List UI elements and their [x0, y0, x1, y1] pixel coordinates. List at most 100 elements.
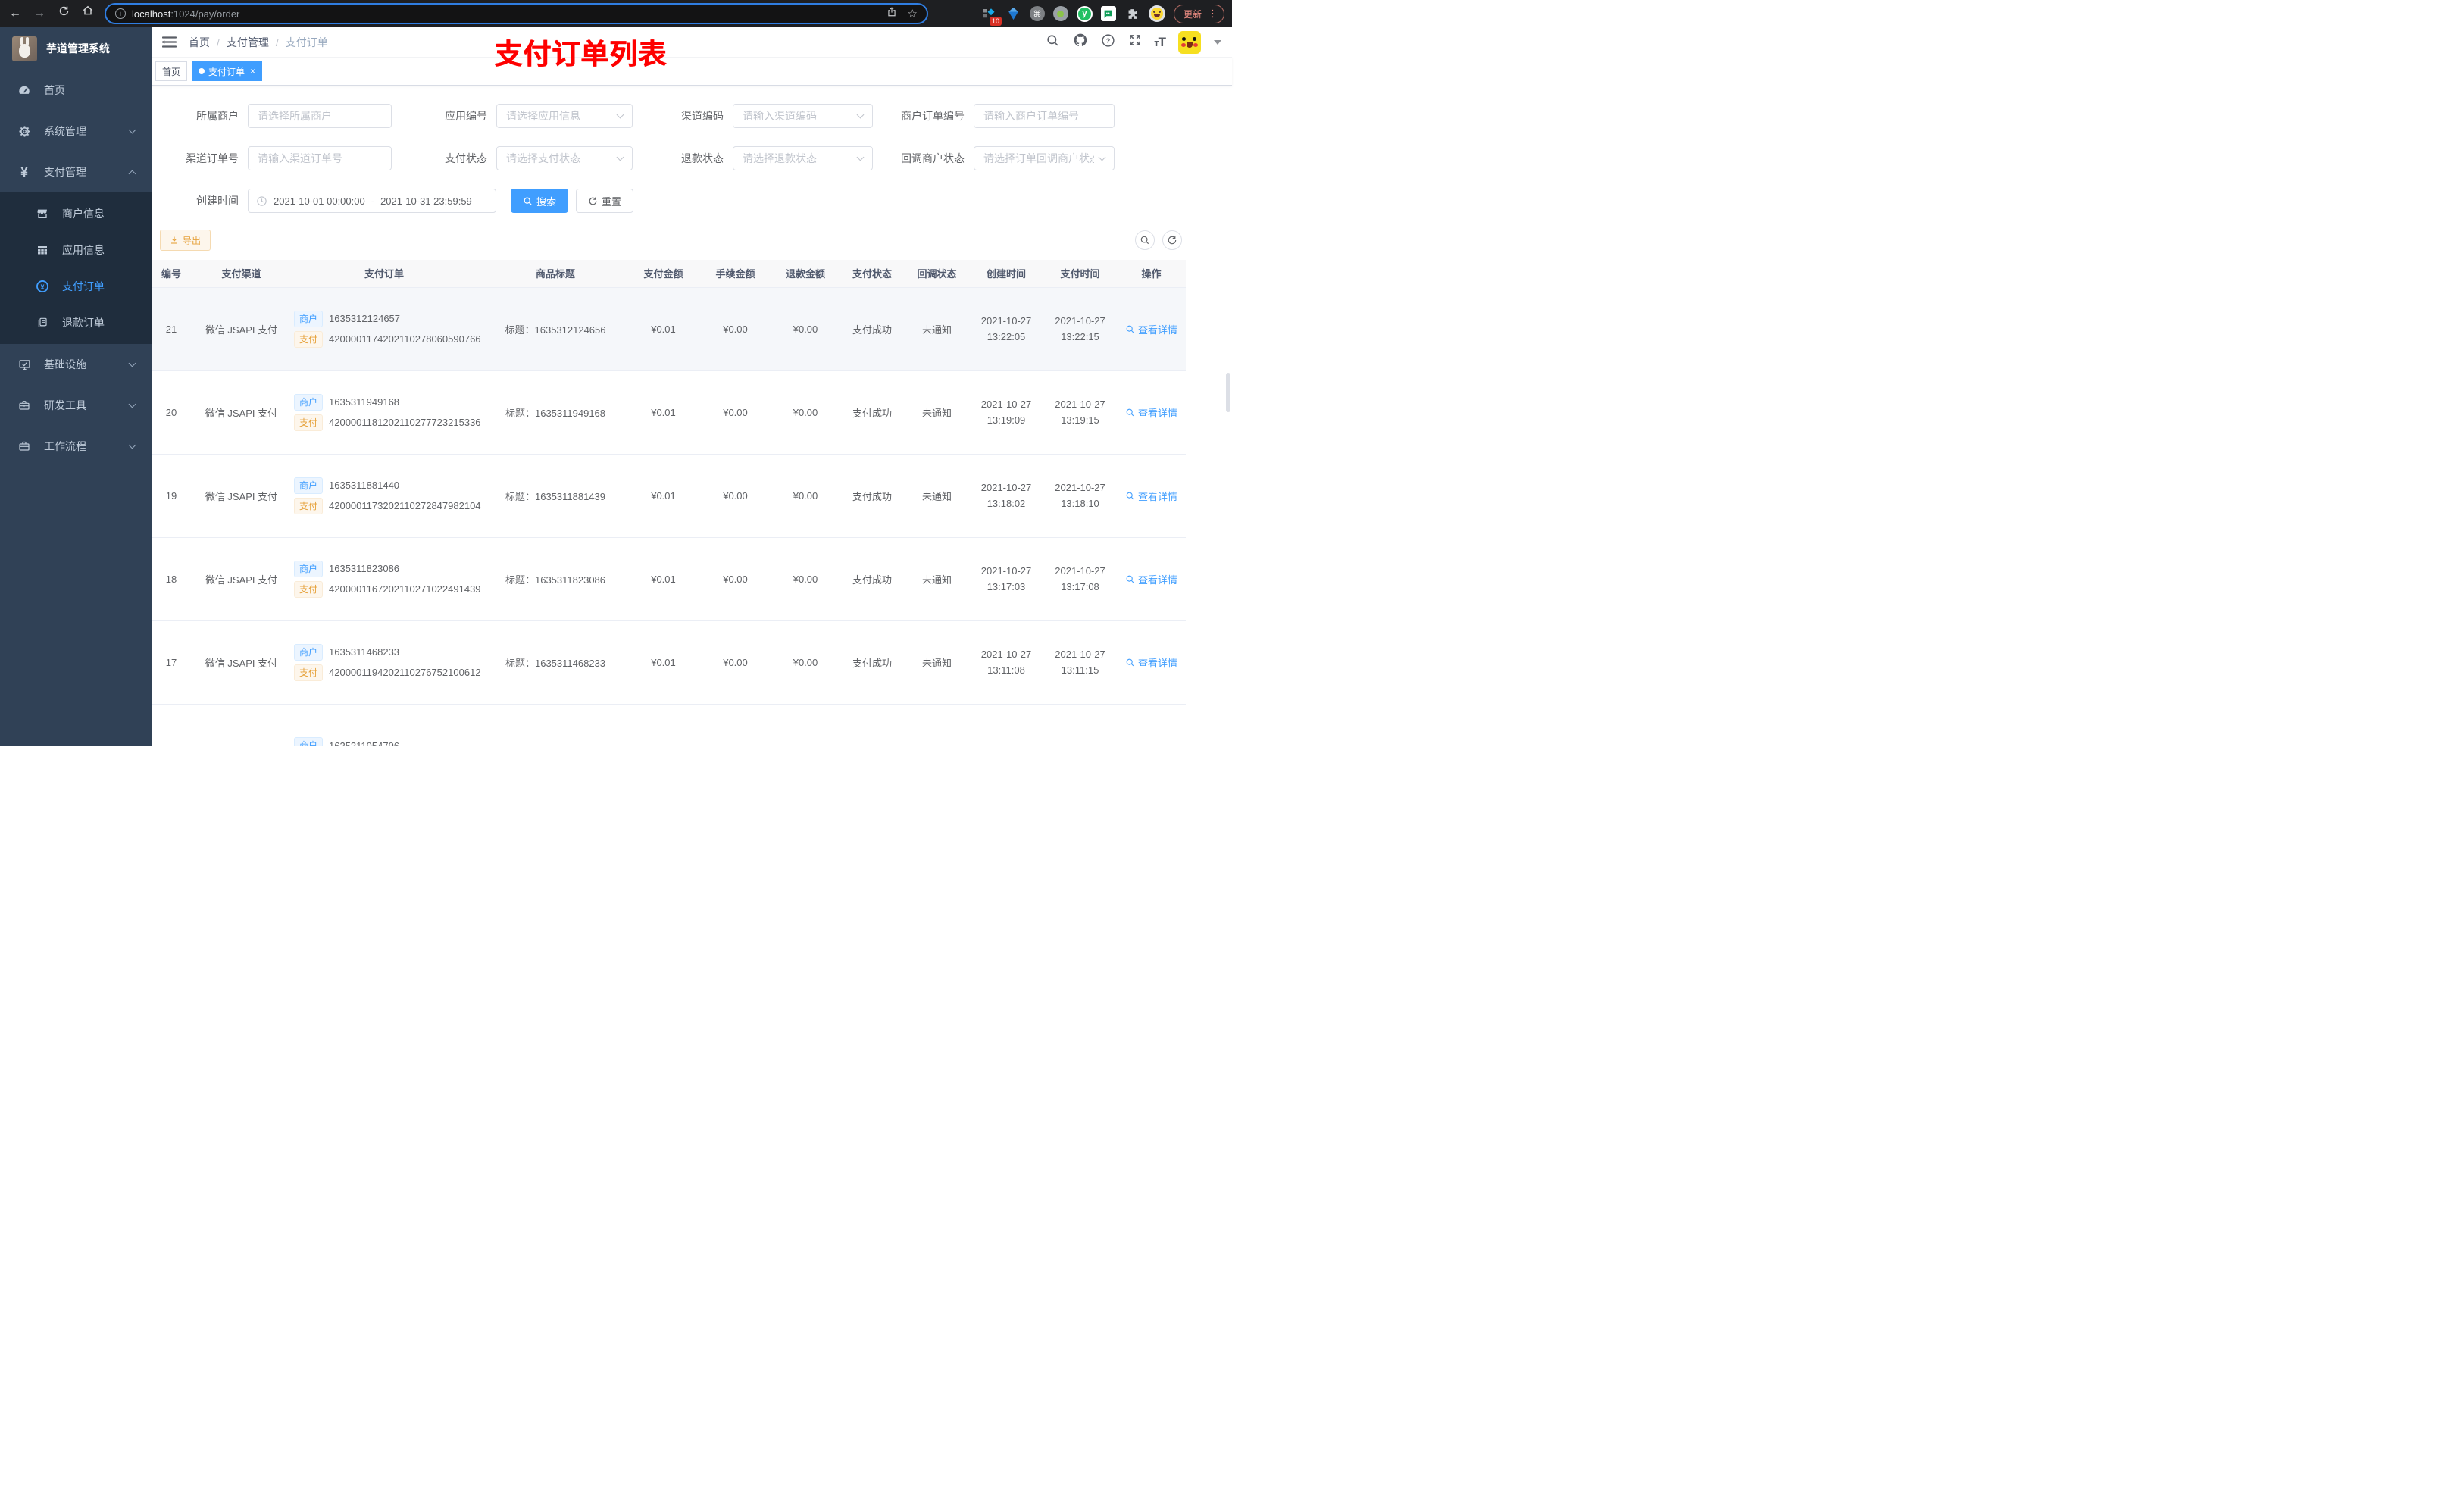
- sidebar-item-merchant-info[interactable]: 商户信息: [0, 195, 152, 232]
- sidebar-item-infra[interactable]: 基础设施: [0, 344, 152, 385]
- pay-status-select[interactable]: [496, 146, 633, 170]
- merchant-tag: 商户: [294, 310, 324, 327]
- breadcrumb-payment[interactable]: 支付管理: [227, 35, 269, 50]
- table-refresh-button[interactable]: [1162, 230, 1182, 250]
- notify-cell: 未通知: [905, 370, 969, 455]
- sidebar-item-label: 首页: [44, 84, 65, 96]
- extensions-puzzle-icon[interactable]: [1124, 6, 1140, 22]
- sidebar-item-refund-order[interactable]: 退款订单: [0, 305, 152, 341]
- extension-chat-icon[interactable]: [1100, 6, 1116, 21]
- sidebar-item-label: 工作流程: [44, 440, 86, 452]
- merchant-tag: 商户: [294, 560, 324, 577]
- channel-code-label: 渠道编码: [681, 110, 724, 122]
- merchant-order-no: 1635311881440: [329, 480, 400, 491]
- avatar-caret-icon[interactable]: [1214, 39, 1221, 45]
- pay-time-cell: 2021-10-27 13:11:15: [1043, 620, 1117, 705]
- notify-cell: 未通知: [905, 454, 969, 538]
- order-cell: 商户 1635311954796: [285, 704, 483, 746]
- github-icon[interactable]: [1073, 33, 1088, 52]
- create-time-cell: 2021-10-27 13:22:05: [969, 287, 1043, 371]
- sidebar-item-home[interactable]: 首页: [0, 70, 152, 111]
- export-button[interactable]: 导出: [160, 230, 211, 251]
- sidebar-item-devtools[interactable]: 研发工具: [0, 385, 152, 426]
- close-icon[interactable]: ×: [250, 67, 255, 76]
- sidebar-item-pay-order[interactable]: ¥ 支付订单: [0, 268, 152, 305]
- active-dot-icon: [199, 68, 205, 74]
- bookmark-star-icon[interactable]: ☆: [908, 7, 918, 20]
- home-icon[interactable]: [80, 0, 95, 27]
- update-button[interactable]: 更新 ⋮: [1173, 4, 1224, 23]
- channel-order-no-label: 渠道订单号: [186, 152, 239, 164]
- merchant-input[interactable]: [248, 104, 392, 128]
- user-avatar[interactable]: [1178, 30, 1201, 54]
- create-time-cell: 2021-10-27 13:19:09: [969, 370, 1043, 455]
- chevron-down-icon: [128, 126, 136, 134]
- refund-status-select[interactable]: [733, 146, 873, 170]
- sidebar-item-label: 系统管理: [44, 125, 86, 137]
- scrollbar-thumb[interactable]: [1226, 373, 1230, 412]
- browser-menu-icon[interactable]: ⋮: [1208, 8, 1218, 20]
- forward-icon[interactable]: →: [32, 0, 47, 27]
- title-cell: 标题：1635311468233: [483, 620, 627, 705]
- address-bar[interactable]: i localhost:1024/pay/order ☆: [105, 3, 928, 24]
- notify-cell: 未通知: [905, 287, 969, 371]
- extension-command-icon[interactable]: ⌘: [1029, 6, 1045, 21]
- view-detail-link[interactable]: 查看详情: [1125, 405, 1177, 420]
- pay-tag: 支付: [294, 330, 324, 348]
- sidebar-item-system[interactable]: 系统管理: [0, 111, 152, 152]
- app-logo-row[interactable]: 芋道管理系统: [0, 27, 152, 70]
- sidebar-item-app-info[interactable]: 应用信息: [0, 232, 152, 268]
- view-detail-link[interactable]: 查看详情: [1125, 489, 1177, 503]
- hamburger-icon[interactable]: [162, 36, 177, 48]
- tab-home[interactable]: 首页: [155, 61, 188, 81]
- share-icon[interactable]: [886, 6, 897, 21]
- view-detail-link[interactable]: 查看详情: [1125, 322, 1177, 336]
- channel-order-no-input[interactable]: [248, 146, 392, 170]
- order-cell: 商户 1635311949168 支付 4200001181202110277723…: [285, 370, 483, 455]
- pay-order-no: 4200001194202110276752100612: [329, 667, 481, 678]
- breadcrumb-home[interactable]: 首页: [189, 35, 210, 50]
- main-content: 所属商户 应用编号 渠道编码 商户订单编号 渠道订单号 支付状态 退款状态: [152, 86, 1232, 746]
- extension-gem-icon[interactable]: [1005, 6, 1021, 22]
- filter-row-3: 创建时间 2021-10-01 00:00:00 - 2021-10-31 23…: [156, 189, 1232, 213]
- toolbox-icon: [15, 399, 33, 411]
- extension-diamond-icon[interactable]: 10: [981, 6, 1002, 26]
- reset-button[interactable]: 重置: [576, 189, 634, 213]
- merchant-order-no-input[interactable]: [974, 104, 1115, 128]
- view-detail-link[interactable]: 查看详情: [1125, 572, 1177, 586]
- view-detail-link[interactable]: 查看详情: [1125, 655, 1177, 670]
- extension-y-icon[interactable]: y: [1076, 5, 1093, 22]
- profile-avatar[interactable]: [1148, 5, 1165, 22]
- fullscreen-icon[interactable]: [1128, 33, 1142, 51]
- search-button[interactable]: 搜索: [511, 189, 569, 213]
- col-action: 操作: [1117, 260, 1186, 288]
- help-icon[interactable]: ?: [1101, 33, 1115, 52]
- callback-status-select[interactable]: [974, 146, 1115, 170]
- table-search-button[interactable]: [1135, 230, 1155, 250]
- sidebar-item-workflow[interactable]: 工作流程: [0, 426, 152, 467]
- notify-cell: 未通知: [905, 620, 969, 705]
- filter-channel-code: 渠道编码: [648, 104, 873, 128]
- search-icon[interactable]: [1046, 33, 1060, 52]
- filter-merchant: 所属商户: [156, 104, 392, 128]
- sidebar-item-label: 商户信息: [62, 208, 105, 220]
- create-time-cell: 2021-10-27 13:11:08: [969, 620, 1043, 705]
- fee-cell: ¥0.00: [699, 454, 771, 538]
- sidebar-item-payment[interactable]: ¥ 支付管理: [0, 152, 152, 192]
- reload-icon[interactable]: [56, 0, 71, 27]
- extension-area: 10 ⌘ y 更新 ⋮: [981, 4, 1224, 26]
- extension-recorder-icon[interactable]: [1052, 6, 1068, 21]
- app-no-select[interactable]: [496, 104, 633, 128]
- date-range-picker[interactable]: 2021-10-01 00:00:00 - 2021-10-31 23:59:5…: [248, 189, 496, 213]
- tab-pay-order[interactable]: 支付订单 ×: [192, 61, 263, 81]
- back-icon[interactable]: ←: [8, 0, 23, 27]
- font-size-icon[interactable]: TT: [1155, 35, 1167, 50]
- date-end: 2021-10-31 23:59:59: [380, 195, 472, 207]
- pay-tag: 支付: [294, 414, 324, 431]
- create-time-label: 创建时间: [196, 195, 239, 207]
- chevron-down-icon: [128, 441, 136, 449]
- order-cell: 商户 1635312124657 支付 4200001174202110278060…: [285, 287, 483, 371]
- channel-code-select[interactable]: [733, 104, 873, 128]
- site-info-icon[interactable]: i: [115, 8, 126, 19]
- pay-time-cell: 2021-10-27 13:19:15: [1043, 370, 1117, 455]
